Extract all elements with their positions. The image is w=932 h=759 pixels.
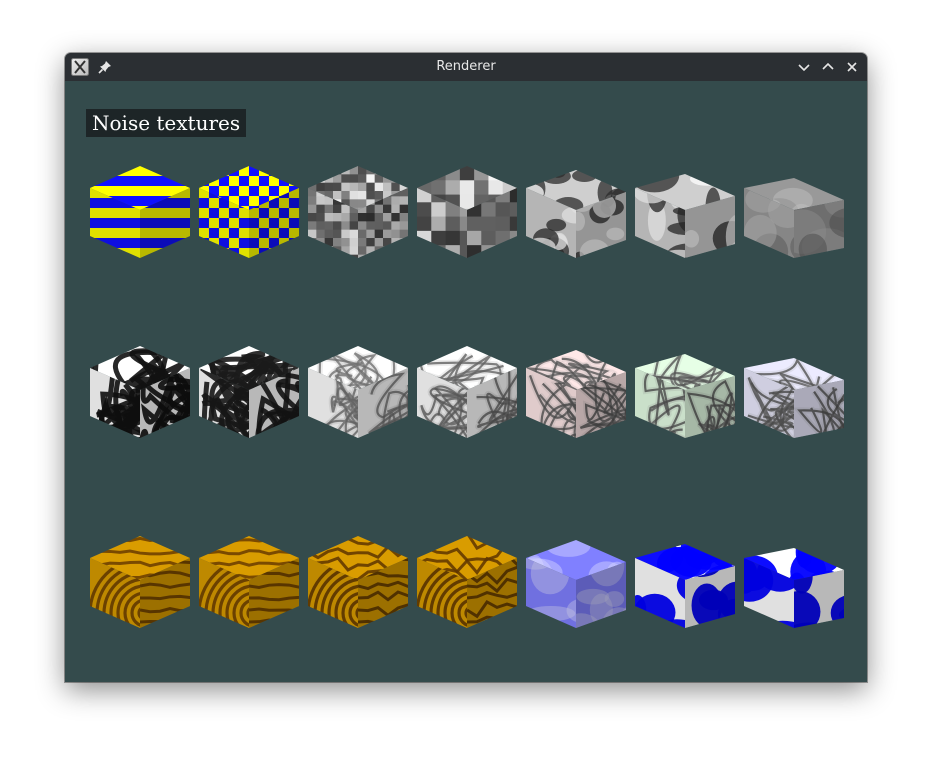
texture-cube	[635, 354, 735, 438]
texture-cube	[526, 350, 626, 438]
texture-cube	[526, 540, 626, 628]
texture-cube	[199, 346, 299, 438]
texture-cube	[308, 166, 408, 258]
texture-cube	[417, 166, 517, 258]
texture-cube	[417, 536, 517, 628]
texture-cube	[744, 358, 844, 438]
renderer-window: Renderer Noise textures	[65, 53, 867, 682]
texture-cube	[90, 536, 190, 628]
texture-cube	[308, 536, 408, 628]
texture-cube	[308, 346, 408, 438]
cube-scene	[90, 166, 844, 628]
render-canvas	[65, 81, 867, 682]
texture-cube	[199, 536, 299, 628]
page-title: Noise textures	[86, 109, 247, 137]
texture-cube	[635, 544, 735, 628]
texture-cube	[90, 166, 190, 258]
window-title: Renderer	[436, 59, 496, 74]
texture-cube	[744, 548, 844, 628]
texture-cube	[635, 174, 735, 258]
texture-cube	[744, 178, 844, 258]
texture-cube	[199, 166, 299, 258]
chevron-up-icon[interactable]	[819, 58, 837, 76]
chevron-down-icon[interactable]	[795, 58, 813, 76]
texture-cube	[90, 346, 190, 438]
title-bar[interactable]: Renderer	[65, 53, 867, 81]
texture-cube	[526, 170, 626, 258]
texture-cube	[417, 346, 517, 438]
close-icon[interactable]	[843, 58, 861, 76]
